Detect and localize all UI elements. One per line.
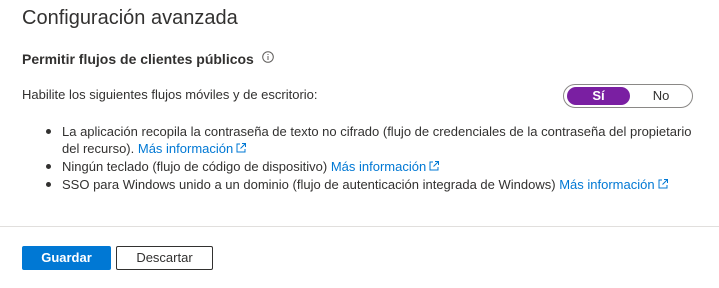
learn-more-link-label[interactable]: Más información bbox=[331, 159, 426, 174]
learn-more-link[interactable]: Más información bbox=[138, 141, 247, 156]
page-title: Configuración avanzada bbox=[22, 7, 238, 29]
discard-button[interactable]: Descartar bbox=[116, 246, 213, 270]
external-link-icon bbox=[235, 141, 247, 158]
learn-more-link-label[interactable]: Más información bbox=[138, 141, 233, 156]
footer-divider bbox=[0, 226, 719, 227]
list-item: La aplicación recopila la contraseña de … bbox=[44, 123, 704, 158]
learn-more-link-label[interactable]: Más información bbox=[559, 177, 654, 192]
toggle-yes-option[interactable]: Sí bbox=[567, 87, 630, 105]
learn-more-link[interactable]: Más información bbox=[559, 177, 668, 192]
section-title: Permitir flujos de clientes públicos bbox=[22, 50, 274, 67]
save-button[interactable]: Guardar bbox=[22, 246, 111, 270]
list-item-text: Ningún teclado (flujo de código de dispo… bbox=[62, 159, 328, 174]
list-item-text: SSO para Windows unido a un dominio (flu… bbox=[62, 177, 556, 192]
flows-prompt-label: Habilite los siguientes flujos móviles y… bbox=[22, 87, 318, 102]
info-icon[interactable] bbox=[261, 50, 274, 66]
list-item: SSO para Windows unido a un dominio (flu… bbox=[44, 176, 704, 194]
external-link-icon bbox=[428, 159, 440, 176]
list-item: Ningún teclado (flujo de código de dispo… bbox=[44, 158, 704, 176]
toggle-no-option[interactable]: No bbox=[632, 87, 690, 105]
public-client-flows-toggle[interactable]: Sí No bbox=[563, 84, 693, 108]
flows-list: La aplicación recopila la contraseña de … bbox=[44, 123, 704, 194]
section-title-text: Permitir flujos de clientes públicos bbox=[22, 51, 254, 67]
learn-more-link[interactable]: Más información bbox=[331, 159, 440, 174]
external-link-icon bbox=[657, 177, 669, 194]
